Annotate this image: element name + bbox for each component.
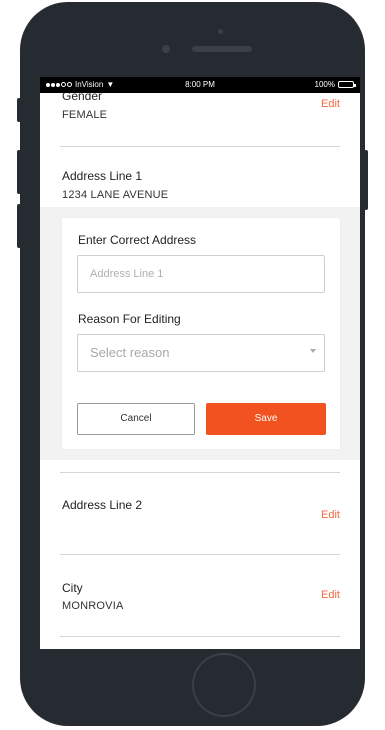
reason-label: Reason For Editing xyxy=(78,312,181,326)
mute-switch xyxy=(17,98,21,122)
status-time: 8:00 PM xyxy=(185,80,215,89)
cancel-button[interactable]: Cancel xyxy=(77,403,195,435)
city-label: City xyxy=(62,581,83,595)
power-button xyxy=(364,150,368,210)
address-line-1-label: Address Line 1 xyxy=(62,169,143,183)
form-title: Enter Correct Address xyxy=(78,233,197,247)
reason-select[interactable]: Select reason xyxy=(77,334,325,372)
city-value: MONROVIA xyxy=(62,600,124,612)
divider xyxy=(60,472,340,473)
gender-edit-link[interactable]: Edit xyxy=(321,98,340,110)
battery-info: 100% xyxy=(314,80,356,89)
sensor-dot xyxy=(218,29,223,34)
edit-address-form: Enter Correct Address Address Line 1 Rea… xyxy=(61,217,341,450)
reason-select-placeholder: Select reason xyxy=(90,345,170,360)
app-screen: Gender Edit FEMALE Address Line 1 1234 L… xyxy=(40,77,360,649)
address-line-2-edit-link[interactable]: Edit xyxy=(321,509,340,521)
status-bar: InVision ▼ 8:00 PM 100% xyxy=(40,77,360,93)
front-camera xyxy=(162,45,170,53)
divider xyxy=(60,146,340,147)
chevron-down-icon xyxy=(310,349,316,353)
address-input-placeholder: Address Line 1 xyxy=(90,268,164,280)
gender-value: FEMALE xyxy=(62,109,108,121)
divider xyxy=(60,636,340,637)
volume-up-button xyxy=(17,150,21,194)
address-line-1-value: 1234 LANE AVENUE xyxy=(62,189,169,201)
address-line-1-input[interactable]: Address Line 1 xyxy=(77,255,325,293)
volume-down-button xyxy=(17,204,21,248)
battery-percent: 100% xyxy=(314,80,335,89)
address-line-2-label: Address Line 2 xyxy=(62,498,143,512)
earpiece-speaker xyxy=(192,46,252,52)
battery-icon xyxy=(338,81,356,88)
save-button[interactable]: Save xyxy=(206,403,326,435)
home-button[interactable] xyxy=(192,653,256,717)
divider xyxy=(60,554,340,555)
city-edit-link[interactable]: Edit xyxy=(321,589,340,601)
